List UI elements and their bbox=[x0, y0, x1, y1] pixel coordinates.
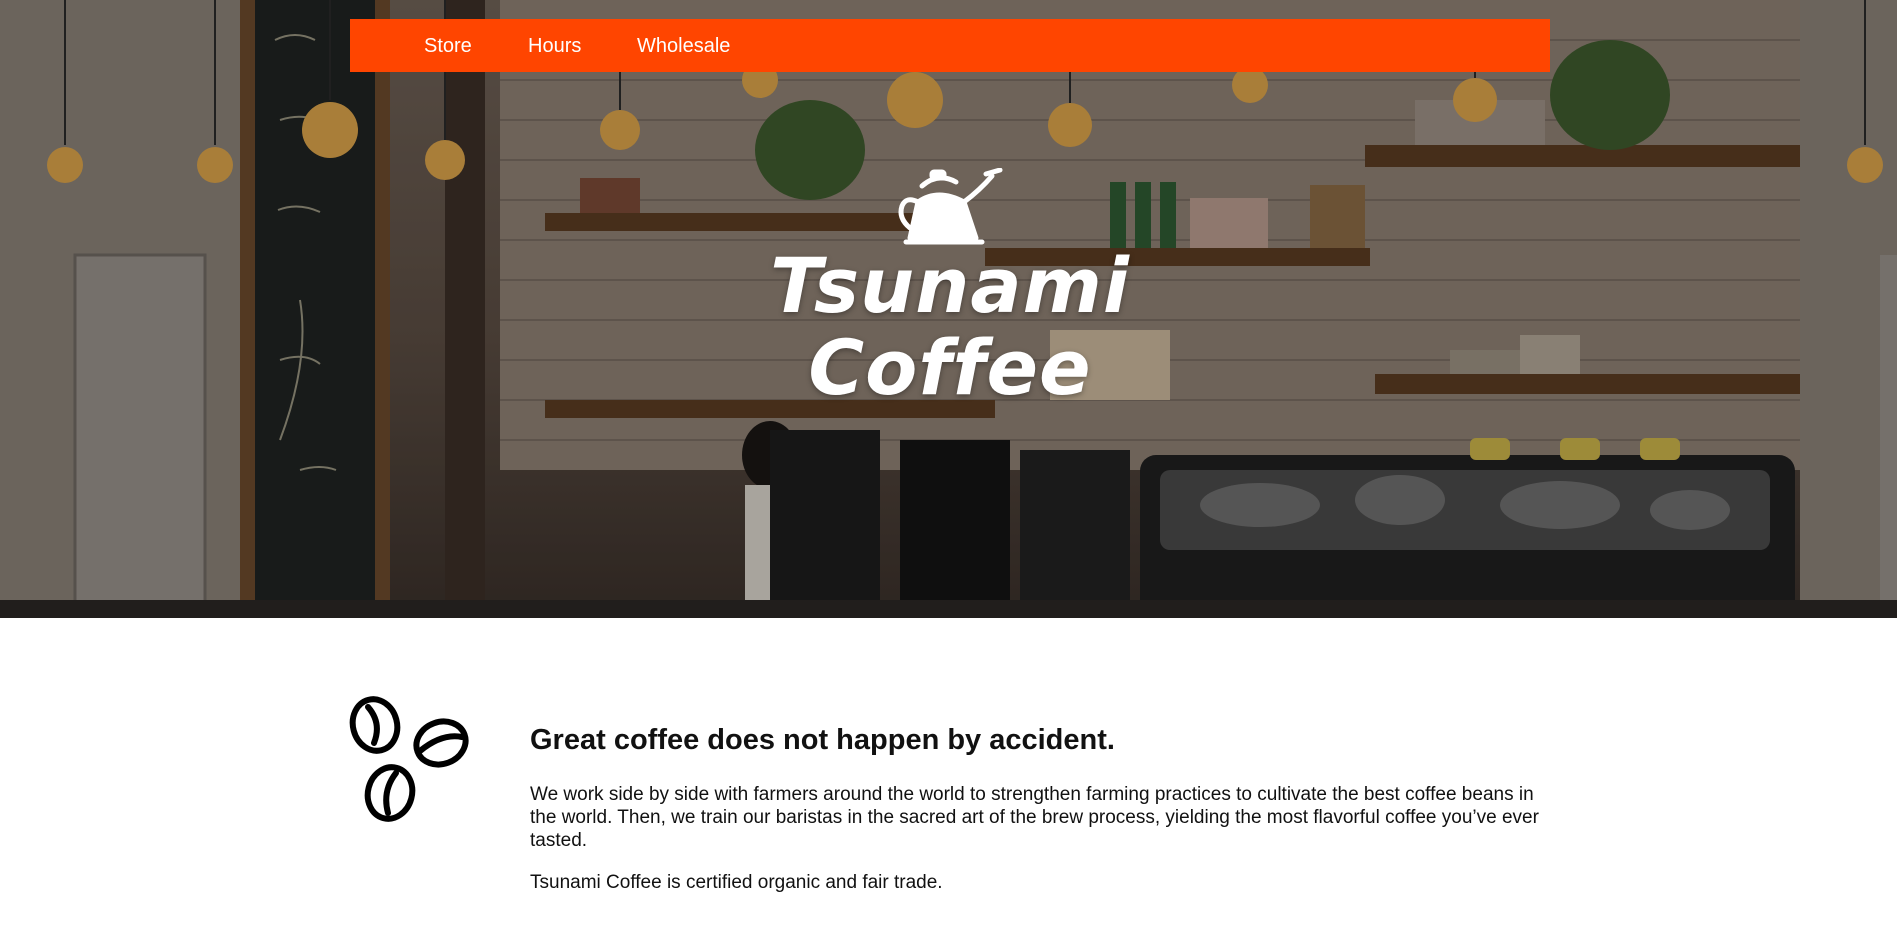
certification-paragraph: Tsunami Coffee is certified organic and … bbox=[530, 872, 943, 893]
coffee-beans-icon bbox=[349, 696, 469, 822]
brand-name-line-1: Tsunami bbox=[770, 241, 1130, 330]
intro-paragraph: We work side by side with farmers around… bbox=[530, 784, 1539, 851]
nav-link-store[interactable]: Store bbox=[424, 34, 472, 58]
nav-link-hours[interactable]: Hours bbox=[528, 34, 581, 58]
hero-banner: Store Hours Wholesale Tsunami Coffee bbox=[0, 0, 1897, 618]
section-headline: Great coffee does not happen by accident… bbox=[530, 724, 1115, 756]
kettle-icon bbox=[898, 168, 1003, 245]
main-nav: Store Hours Wholesale bbox=[350, 19, 1550, 72]
nav-link-wholesale[interactable]: Wholesale bbox=[637, 34, 730, 58]
brand-logo: Tsunami Coffee bbox=[770, 168, 1130, 408]
brand-name-line-2: Coffee bbox=[808, 323, 1092, 412]
